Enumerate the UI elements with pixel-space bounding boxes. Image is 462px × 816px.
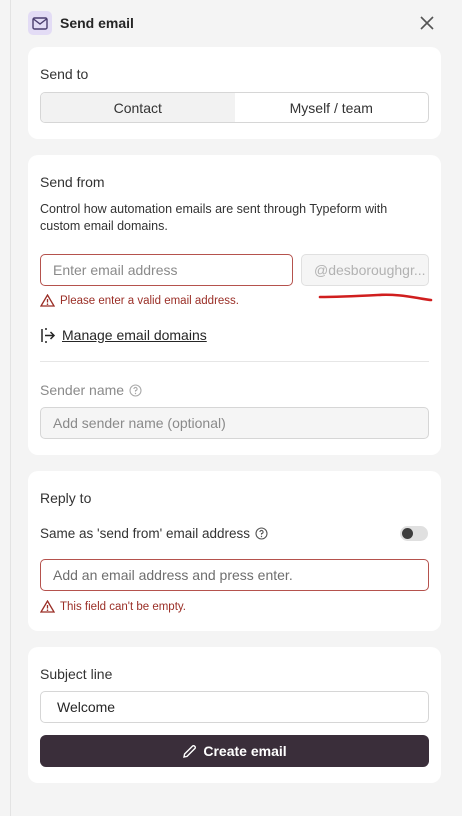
create-email-label: Create email (203, 743, 287, 759)
from-email-error: Please enter a valid email address. (40, 294, 239, 307)
from-email-error-text: Please enter a valid email address. (60, 294, 239, 307)
send-to-card: Send to Contact Myself / team (28, 47, 441, 139)
manage-email-domains-label: Manage email domains (62, 327, 207, 343)
close-icon[interactable] (416, 12, 438, 34)
help-icon[interactable] (129, 383, 142, 397)
create-email-button[interactable]: Create email (40, 735, 429, 767)
sender-name-input[interactable]: Add sender name (optional) (40, 407, 429, 439)
sender-name-label: Sender name (40, 382, 142, 398)
annotation-underline (318, 293, 433, 302)
warning-icon (40, 294, 55, 307)
same-as-from-label: Same as 'send from' email address (40, 526, 268, 541)
toggle-knob (402, 528, 413, 539)
reply-to-card: Reply to Same as 'send from' email addre… (28, 471, 441, 631)
help-icon[interactable] (255, 527, 268, 540)
send-from-description: Control how automation emails are sent t… (40, 202, 388, 233)
pencil-icon (183, 744, 197, 758)
panel-left-border (10, 0, 11, 816)
send-to-option-myself-team[interactable]: Myself / team (235, 93, 429, 122)
envelope-icon (28, 11, 52, 35)
email-domain-field: @desboroughgr... (301, 254, 429, 286)
subject-title: Subject line (40, 666, 113, 682)
warning-icon (40, 600, 55, 613)
send-to-segmented-control: Contact Myself / team (40, 92, 429, 123)
same-as-from-toggle[interactable] (400, 526, 428, 541)
from-email-input[interactable]: Enter email address (40, 254, 293, 286)
sender-name-label-text: Sender name (40, 382, 125, 398)
panel-title: Send email (60, 15, 134, 31)
reply-to-error-text: This field can't be empty. (60, 600, 186, 613)
subject-card: Subject line Welcome Create email (28, 647, 441, 783)
reply-to-email-input[interactable]: Add an email address and press enter. (40, 559, 429, 591)
send-to-option-contact[interactable]: Contact (41, 93, 235, 122)
send-to-title: Send to (40, 66, 89, 82)
panel-header: Send email (28, 10, 440, 36)
subject-input[interactable]: Welcome (40, 691, 429, 723)
sign-in-icon (41, 327, 56, 343)
manage-email-domains-link[interactable]: Manage email domains (40, 327, 207, 343)
send-from-title: Send from (40, 174, 105, 190)
reply-to-title: Reply to (40, 490, 92, 506)
same-as-from-label-text: Same as 'send from' email address (40, 526, 250, 541)
reply-to-error: This field can't be empty. (40, 600, 186, 613)
send-from-card: Send from Control how automation emails … (28, 155, 441, 455)
section-divider (40, 361, 429, 362)
